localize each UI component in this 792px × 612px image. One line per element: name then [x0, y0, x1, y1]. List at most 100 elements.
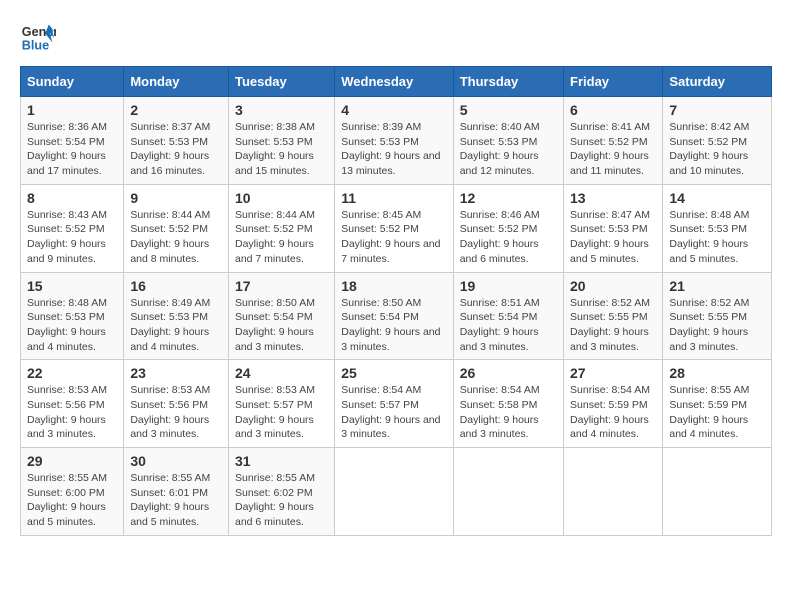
calendar-cell: 24 Sunrise: 8:53 AMSunset: 5:57 PMDayligh…	[228, 360, 334, 448]
calendar-week-row: 1 Sunrise: 8:36 AMSunset: 5:54 PMDaylight…	[21, 97, 772, 185]
day-info: Sunrise: 8:53 AMSunset: 5:56 PMDaylight:…	[27, 383, 117, 442]
day-number: 2	[130, 102, 222, 118]
day-info: Sunrise: 8:54 AMSunset: 5:57 PMDaylight:…	[341, 383, 446, 442]
calendar-cell: 26 Sunrise: 8:54 AMSunset: 5:58 PMDayligh…	[453, 360, 563, 448]
day-number: 19	[460, 278, 557, 294]
day-info: Sunrise: 8:52 AMSunset: 5:55 PMDaylight:…	[570, 296, 656, 355]
day-info: Sunrise: 8:48 AMSunset: 5:53 PMDaylight:…	[669, 208, 765, 267]
day-number: 23	[130, 365, 222, 381]
day-info: Sunrise: 8:54 AMSunset: 5:58 PMDaylight:…	[460, 383, 557, 442]
day-number: 14	[669, 190, 765, 206]
logo-icon: General Blue	[20, 20, 56, 56]
day-info: Sunrise: 8:50 AMSunset: 5:54 PMDaylight:…	[235, 296, 328, 355]
day-number: 9	[130, 190, 222, 206]
day-number: 31	[235, 453, 328, 469]
day-number: 30	[130, 453, 222, 469]
day-info: Sunrise: 8:51 AMSunset: 5:54 PMDaylight:…	[460, 296, 557, 355]
day-number: 8	[27, 190, 117, 206]
calendar-cell: 20 Sunrise: 8:52 AMSunset: 5:55 PMDayligh…	[564, 272, 663, 360]
column-header-friday: Friday	[564, 67, 663, 97]
calendar-cell: 13 Sunrise: 8:47 AMSunset: 5:53 PMDayligh…	[564, 184, 663, 272]
day-info: Sunrise: 8:45 AMSunset: 5:52 PMDaylight:…	[341, 208, 446, 267]
calendar-cell: 8 Sunrise: 8:43 AMSunset: 5:52 PMDaylight…	[21, 184, 124, 272]
calendar-cell: 30Sunrise: 8:55 AMSunset: 6:01 PMDayligh…	[124, 448, 229, 536]
calendar-header-row: SundayMondayTuesdayWednesdayThursdayFrid…	[21, 67, 772, 97]
day-number: 26	[460, 365, 557, 381]
column-header-thursday: Thursday	[453, 67, 563, 97]
day-number: 21	[669, 278, 765, 294]
column-header-monday: Monday	[124, 67, 229, 97]
calendar-cell: 18Sunrise: 8:50 AMSunset: 5:54 PMDayligh…	[335, 272, 453, 360]
day-info: Sunrise: 8:36 AMSunset: 5:54 PMDaylight:…	[27, 120, 117, 179]
column-header-sunday: Sunday	[21, 67, 124, 97]
day-number: 5	[460, 102, 557, 118]
calendar-cell: 17 Sunrise: 8:50 AMSunset: 5:54 PMDayligh…	[228, 272, 334, 360]
day-info: Sunrise: 8:55 AMSunset: 6:02 PMDaylight:…	[235, 471, 328, 530]
day-number: 24	[235, 365, 328, 381]
calendar-cell: 25 Sunrise: 8:54 AMSunset: 5:57 PMDayligh…	[335, 360, 453, 448]
day-info: Sunrise: 8:48 AMSunset: 5:53 PMDaylight:…	[27, 296, 117, 355]
day-number: 15	[27, 278, 117, 294]
day-info: Sunrise: 8:42 AMSunset: 5:52 PMDaylight:…	[669, 120, 765, 179]
calendar-table: SundayMondayTuesdayWednesdayThursdayFrid…	[20, 66, 772, 536]
day-number: 3	[235, 102, 328, 118]
calendar-cell	[564, 448, 663, 536]
day-number: 1	[27, 102, 117, 118]
day-info: Sunrise: 8:53 AMSunset: 5:56 PMDaylight:…	[130, 383, 222, 442]
day-info: Sunrise: 8:53 AMSunset: 5:57 PMDaylight:…	[235, 383, 328, 442]
calendar-cell: 10 Sunrise: 8:44 AMSunset: 5:52 PMDayligh…	[228, 184, 334, 272]
day-number: 20	[570, 278, 656, 294]
day-info: Sunrise: 8:47 AMSunset: 5:53 PMDaylight:…	[570, 208, 656, 267]
calendar-cell: 11 Sunrise: 8:45 AMSunset: 5:52 PMDayligh…	[335, 184, 453, 272]
day-number: 6	[570, 102, 656, 118]
calendar-cell: 19 Sunrise: 8:51 AMSunset: 5:54 PMDayligh…	[453, 272, 563, 360]
calendar-cell: 14 Sunrise: 8:48 AMSunset: 5:53 PMDayligh…	[663, 184, 772, 272]
day-number: 27	[570, 365, 656, 381]
day-info: Sunrise: 8:38 AMSunset: 5:53 PMDaylight:…	[235, 120, 328, 179]
day-number: 10	[235, 190, 328, 206]
day-number: 22	[27, 365, 117, 381]
day-number: 4	[341, 102, 446, 118]
calendar-cell: 23 Sunrise: 8:53 AMSunset: 5:56 PMDayligh…	[124, 360, 229, 448]
calendar-cell: 1 Sunrise: 8:36 AMSunset: 5:54 PMDaylight…	[21, 97, 124, 185]
day-number: 28	[669, 365, 765, 381]
day-info: Sunrise: 8:39 AMSunset: 5:53 PMDaylight:…	[341, 120, 446, 179]
calendar-cell: 27 Sunrise: 8:54 AMSunset: 5:59 PMDayligh…	[564, 360, 663, 448]
day-number: 18	[341, 278, 446, 294]
calendar-cell: 22 Sunrise: 8:53 AMSunset: 5:56 PMDayligh…	[21, 360, 124, 448]
day-number: 11	[341, 190, 446, 206]
day-number: 13	[570, 190, 656, 206]
day-info: Sunrise: 8:55 AMSunset: 5:59 PMDaylight:…	[669, 383, 765, 442]
day-info: Sunrise: 8:43 AMSunset: 5:52 PMDaylight:…	[27, 208, 117, 267]
calendar-cell: 2Sunrise: 8:37 AMSunset: 5:53 PMDaylight…	[124, 97, 229, 185]
day-info: Sunrise: 8:55 AMSunset: 6:00 PMDaylight:…	[27, 471, 117, 530]
day-number: 12	[460, 190, 557, 206]
column-header-tuesday: Tuesday	[228, 67, 334, 97]
day-info: Sunrise: 8:40 AMSunset: 5:53 PMDaylight:…	[460, 120, 557, 179]
calendar-cell: 31 Sunrise: 8:55 AMSunset: 6:02 PMDayligh…	[228, 448, 334, 536]
day-info: Sunrise: 8:54 AMSunset: 5:59 PMDaylight:…	[570, 383, 656, 442]
column-header-wednesday: Wednesday	[335, 67, 453, 97]
calendar-cell: 6 Sunrise: 8:41 AMSunset: 5:52 PMDaylight…	[564, 97, 663, 185]
day-info: Sunrise: 8:41 AMSunset: 5:52 PMDaylight:…	[570, 120, 656, 179]
calendar-cell: 4 Sunrise: 8:39 AMSunset: 5:53 PMDaylight…	[335, 97, 453, 185]
day-number: 17	[235, 278, 328, 294]
day-number: 25	[341, 365, 446, 381]
calendar-week-row: 22 Sunrise: 8:53 AMSunset: 5:56 PMDayligh…	[21, 360, 772, 448]
day-number: 16	[130, 278, 222, 294]
day-info: Sunrise: 8:44 AMSunset: 5:52 PMDaylight:…	[130, 208, 222, 267]
calendar-cell: 28 Sunrise: 8:55 AMSunset: 5:59 PMDayligh…	[663, 360, 772, 448]
day-number: 29	[27, 453, 117, 469]
calendar-cell: 16 Sunrise: 8:49 AMSunset: 5:53 PMDayligh…	[124, 272, 229, 360]
day-info: Sunrise: 8:49 AMSunset: 5:53 PMDaylight:…	[130, 296, 222, 355]
day-info: Sunrise: 8:44 AMSunset: 5:52 PMDaylight:…	[235, 208, 328, 267]
calendar-cell	[453, 448, 563, 536]
calendar-cell	[335, 448, 453, 536]
calendar-cell	[663, 448, 772, 536]
svg-text:Blue: Blue	[22, 39, 49, 53]
day-number: 7	[669, 102, 765, 118]
calendar-cell: 5 Sunrise: 8:40 AMSunset: 5:53 PMDaylight…	[453, 97, 563, 185]
calendar-week-row: 29 Sunrise: 8:55 AMSunset: 6:00 PMDayligh…	[21, 448, 772, 536]
calendar-week-row: 15 Sunrise: 8:48 AMSunset: 5:53 PMDayligh…	[21, 272, 772, 360]
calendar-cell: 29 Sunrise: 8:55 AMSunset: 6:00 PMDayligh…	[21, 448, 124, 536]
